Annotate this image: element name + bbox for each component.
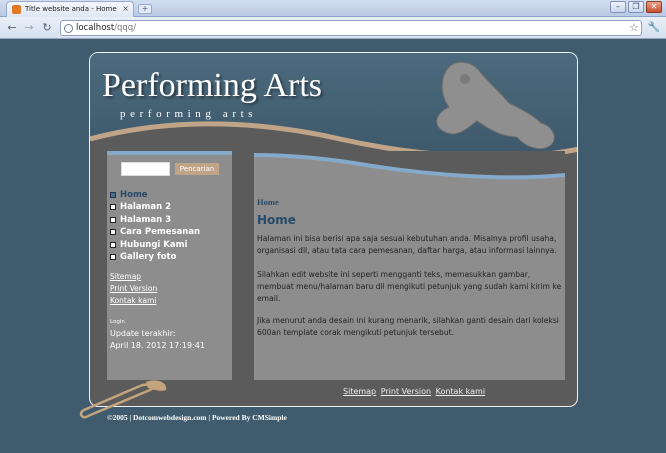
browser-titlebar: Title website anda - Home × + – ❐ ✕ bbox=[0, 0, 666, 17]
login-link[interactable]: Login bbox=[110, 319, 125, 325]
last-update: Update terakhir: April 18. 2012 17:19:41 bbox=[110, 328, 205, 352]
maximize-button[interactable]: ❐ bbox=[628, 1, 644, 13]
breadcrumb: Home bbox=[257, 197, 279, 207]
menu-item-halaman-2[interactable]: Halaman 2 bbox=[110, 201, 200, 213]
bookmark-star-icon[interactable]: ☆ bbox=[629, 21, 639, 35]
search-button[interactable]: Pencarian bbox=[175, 163, 219, 175]
page-viewport: Performing Arts performing arts Pencaria… bbox=[0, 40, 666, 453]
violin-scroll-graphic bbox=[436, 61, 555, 150]
bullet-icon bbox=[110, 229, 116, 236]
last-update-label: Update terakhir: bbox=[110, 329, 176, 338]
address-bar[interactable]: localhost/qqq/ ☆ bbox=[60, 20, 642, 36]
brand-tagline: performing arts bbox=[120, 108, 258, 120]
content-paragraph-1: Halaman ini bisa berisi apa saja sesuai … bbox=[257, 234, 557, 255]
menu-item-home[interactable]: Home bbox=[110, 189, 200, 201]
close-window-button[interactable]: ✕ bbox=[646, 1, 662, 13]
last-update-value: April 18. 2012 17:19:41 bbox=[110, 341, 205, 350]
content-wave-graphic bbox=[254, 151, 565, 180]
main-menu: Home Halaman 2 Halaman 3 Cara Pemesanan … bbox=[110, 189, 200, 263]
footer-link-sitemap[interactable]: Sitemap bbox=[343, 387, 376, 396]
footer-link-print-version[interactable]: Print Version bbox=[381, 387, 431, 396]
copyright-text: ©2005 | Dotcomwebdesign.com | Powered By… bbox=[107, 413, 287, 422]
site-container: Performing Arts performing arts Pencaria… bbox=[89, 52, 578, 407]
bullet-icon bbox=[110, 253, 116, 260]
tab-title: Title website anda - Home bbox=[25, 5, 117, 13]
sidebar-links: Sitemap Print Version Kontak kami bbox=[110, 271, 157, 307]
bullet-icon bbox=[110, 204, 116, 211]
sidebar-link-sitemap[interactable]: Sitemap bbox=[110, 271, 157, 283]
content-panel: Home Home Halaman ini bisa berisi apa sa… bbox=[254, 151, 565, 380]
menu-item-hubungi-kami[interactable]: Hubungi Kami bbox=[110, 239, 200, 251]
new-tab-button[interactable]: + bbox=[138, 4, 152, 14]
bullet-icon bbox=[110, 241, 116, 248]
content-paragraph-2: Silahkan edit website ini seperti mengga… bbox=[257, 270, 562, 303]
sidebar-link-kontak-kami[interactable]: Kontak kami bbox=[110, 295, 157, 307]
reload-icon[interactable]: ↻ bbox=[40, 21, 54, 35]
content-paragraph-3: Jika menurut anda desain ini kurang mena… bbox=[257, 316, 559, 337]
menu-item-halaman-3[interactable]: Halaman 3 bbox=[110, 214, 200, 226]
menu-item-gallery-foto[interactable]: Gallery foto bbox=[110, 251, 200, 263]
window-controls: – ❐ ✕ bbox=[610, 1, 662, 13]
wrench-icon[interactable]: 🔧 bbox=[648, 21, 660, 35]
favicon-icon bbox=[12, 5, 21, 14]
close-tab-icon[interactable]: × bbox=[122, 4, 129, 14]
footer-links: Sitemap Print Version Kontak kami bbox=[343, 387, 487, 396]
page-title: Home bbox=[257, 213, 296, 227]
site-header: Performing Arts performing arts bbox=[90, 53, 577, 193]
search-input[interactable] bbox=[121, 162, 170, 176]
browser-tab[interactable]: Title website anda - Home × bbox=[6, 1, 134, 17]
sidebar-link-print-version[interactable]: Print Version bbox=[110, 283, 157, 295]
globe-icon bbox=[64, 24, 73, 33]
footer-link-kontak-kami[interactable]: Kontak kami bbox=[436, 387, 485, 396]
menu-item-cara-pemesanan[interactable]: Cara Pemesanan bbox=[110, 226, 200, 238]
sidebar-cap bbox=[107, 151, 232, 155]
bullet-icon bbox=[110, 216, 116, 223]
sidebar: Pencarian Home Halaman 2 Halaman 3 Cara … bbox=[107, 151, 232, 380]
minimize-button[interactable]: – bbox=[610, 1, 626, 13]
back-arrow-icon[interactable]: ← bbox=[5, 21, 19, 35]
browser-toolbar: ← → ↻ localhost/qqq/ ☆ 🔧 bbox=[0, 17, 666, 39]
brand-title: Performing Arts bbox=[102, 67, 323, 104]
forward-arrow-icon[interactable]: → bbox=[22, 21, 36, 35]
bullet-icon bbox=[110, 192, 116, 198]
url-text: localhost/qqq/ bbox=[76, 23, 137, 33]
